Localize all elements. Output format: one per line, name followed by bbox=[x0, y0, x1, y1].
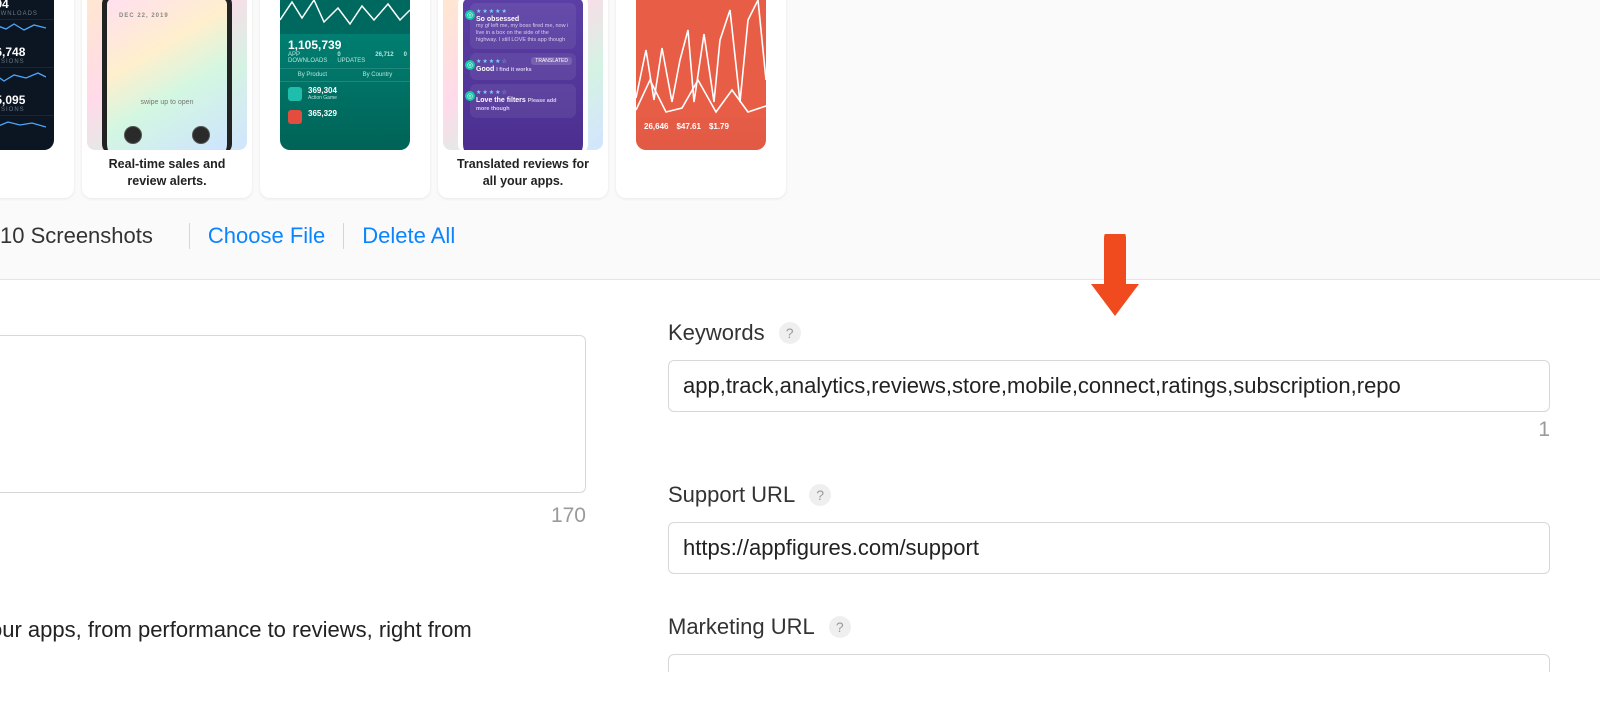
screenshot-thumbnails: 32,694APP DOWNLOADS 2,656,748IMPRESSIONS… bbox=[0, 0, 1600, 198]
area-chart-icon bbox=[636, 0, 766, 118]
char-counter: 1 bbox=[668, 418, 1550, 442]
delete-all-button[interactable]: Delete All bbox=[362, 223, 455, 249]
lockscreen-date: DEC 22, 2019 bbox=[119, 13, 169, 19]
screenshot-caption: Real-time sales and review alerts. bbox=[82, 150, 252, 184]
hero-stat: 1,105,739 bbox=[280, 34, 410, 52]
support-url-field: Support URL ? bbox=[668, 482, 1550, 574]
form-area: 170 our apps, from performance to review… bbox=[0, 280, 1600, 335]
stat-label: IMPRESSIONS bbox=[0, 107, 46, 113]
pin-icon: ◎ bbox=[465, 60, 475, 70]
left-column: 170 our apps, from performance to review… bbox=[0, 335, 586, 528]
screenshot-caption bbox=[687, 150, 715, 184]
marketing-url-label: Marketing URL bbox=[668, 614, 815, 640]
char-counter: 170 bbox=[0, 504, 586, 528]
metric-row: 26,646 $47.61 $1.79 bbox=[636, 118, 766, 131]
dock-icon bbox=[192, 126, 210, 144]
list-item: 369,304Action Game bbox=[280, 82, 410, 105]
translated-badge: TRANSLATED bbox=[531, 57, 572, 65]
star-rating-icon: ★★★★★ bbox=[476, 8, 570, 15]
screenshot-card[interactable]: 1,105,739 APP DOWNLOADS 0 UPDATES 26,712… bbox=[260, 0, 430, 198]
dock-icons bbox=[124, 126, 210, 144]
pin-icon: ◎ bbox=[465, 10, 475, 20]
divider bbox=[343, 223, 344, 249]
stat-value: 2,656,748 bbox=[0, 45, 25, 59]
help-icon[interactable]: ? bbox=[809, 484, 831, 506]
line-chart-icon bbox=[280, 0, 410, 34]
description-textarea[interactable] bbox=[0, 335, 586, 493]
list-item: 365,329 bbox=[280, 105, 410, 128]
right-column: Keywords ? 1 Support URL ? Marketing URL… bbox=[668, 320, 1550, 712]
stat-value: 1,165,095 bbox=[0, 93, 25, 107]
screenshot-caption bbox=[15, 150, 43, 184]
keywords-input[interactable] bbox=[668, 360, 1550, 412]
screenshots-section: 32,694APP DOWNLOADS 2,656,748IMPRESSIONS… bbox=[0, 0, 1600, 280]
review-card: ◎ TRANSLATED ★★★★☆ Good I find it works bbox=[470, 53, 576, 79]
keywords-field: Keywords ? 1 bbox=[668, 320, 1550, 442]
keywords-label: Keywords bbox=[668, 320, 765, 346]
truncated-description-text: our apps, from performance to reviews, r… bbox=[0, 617, 472, 643]
divider bbox=[189, 223, 190, 249]
support-url-input[interactable] bbox=[668, 522, 1550, 574]
screenshot-card[interactable]: DEC 22, 2019 swipe up to open Real-time … bbox=[82, 0, 252, 198]
segment-tabs: By ProductBy Country bbox=[280, 68, 410, 82]
review-card: ◎ ★★★★★ So obsessed my gf left me, my bo… bbox=[470, 3, 576, 49]
screenshot-actions: 10 Screenshots Choose File Delete All bbox=[0, 223, 455, 249]
support-url-label: Support URL bbox=[668, 482, 795, 508]
screenshot-count: 10 Screenshots bbox=[0, 223, 171, 249]
stat-row: APP DOWNLOADS 0 UPDATES 26,712 0 bbox=[280, 52, 410, 68]
stat-label: APP DOWNLOADS bbox=[0, 11, 46, 17]
screenshot-card[interactable]: 32,694APP DOWNLOADS 2,656,748IMPRESSIONS… bbox=[0, 0, 74, 198]
marketing-url-field: Marketing URL ? bbox=[668, 614, 1550, 672]
star-rating-icon: ★★★★☆ bbox=[476, 89, 570, 96]
choose-file-button[interactable]: Choose File bbox=[208, 223, 325, 249]
help-icon[interactable]: ? bbox=[829, 616, 851, 638]
screenshot-card[interactable]: 26,646 $47.61 $1.79 bbox=[616, 0, 786, 198]
marketing-url-input[interactable] bbox=[668, 654, 1550, 672]
dock-icon bbox=[124, 126, 142, 144]
swipe-label: swipe up to open bbox=[141, 99, 194, 106]
screenshot-caption: Translated reviews for all your apps. bbox=[438, 150, 608, 184]
pin-icon: ◎ bbox=[465, 91, 475, 101]
screenshot-card[interactable]: ◎ ★★★★★ So obsessed my gf left me, my bo… bbox=[438, 0, 608, 198]
review-card: ◎ ★★★★☆ Love the filters Please add more… bbox=[470, 84, 576, 118]
stat-label: IMPRESSIONS bbox=[0, 59, 46, 65]
screenshot-caption bbox=[331, 150, 359, 184]
stat-value: 32,694 bbox=[0, 0, 9, 11]
help-icon[interactable]: ? bbox=[779, 322, 801, 344]
